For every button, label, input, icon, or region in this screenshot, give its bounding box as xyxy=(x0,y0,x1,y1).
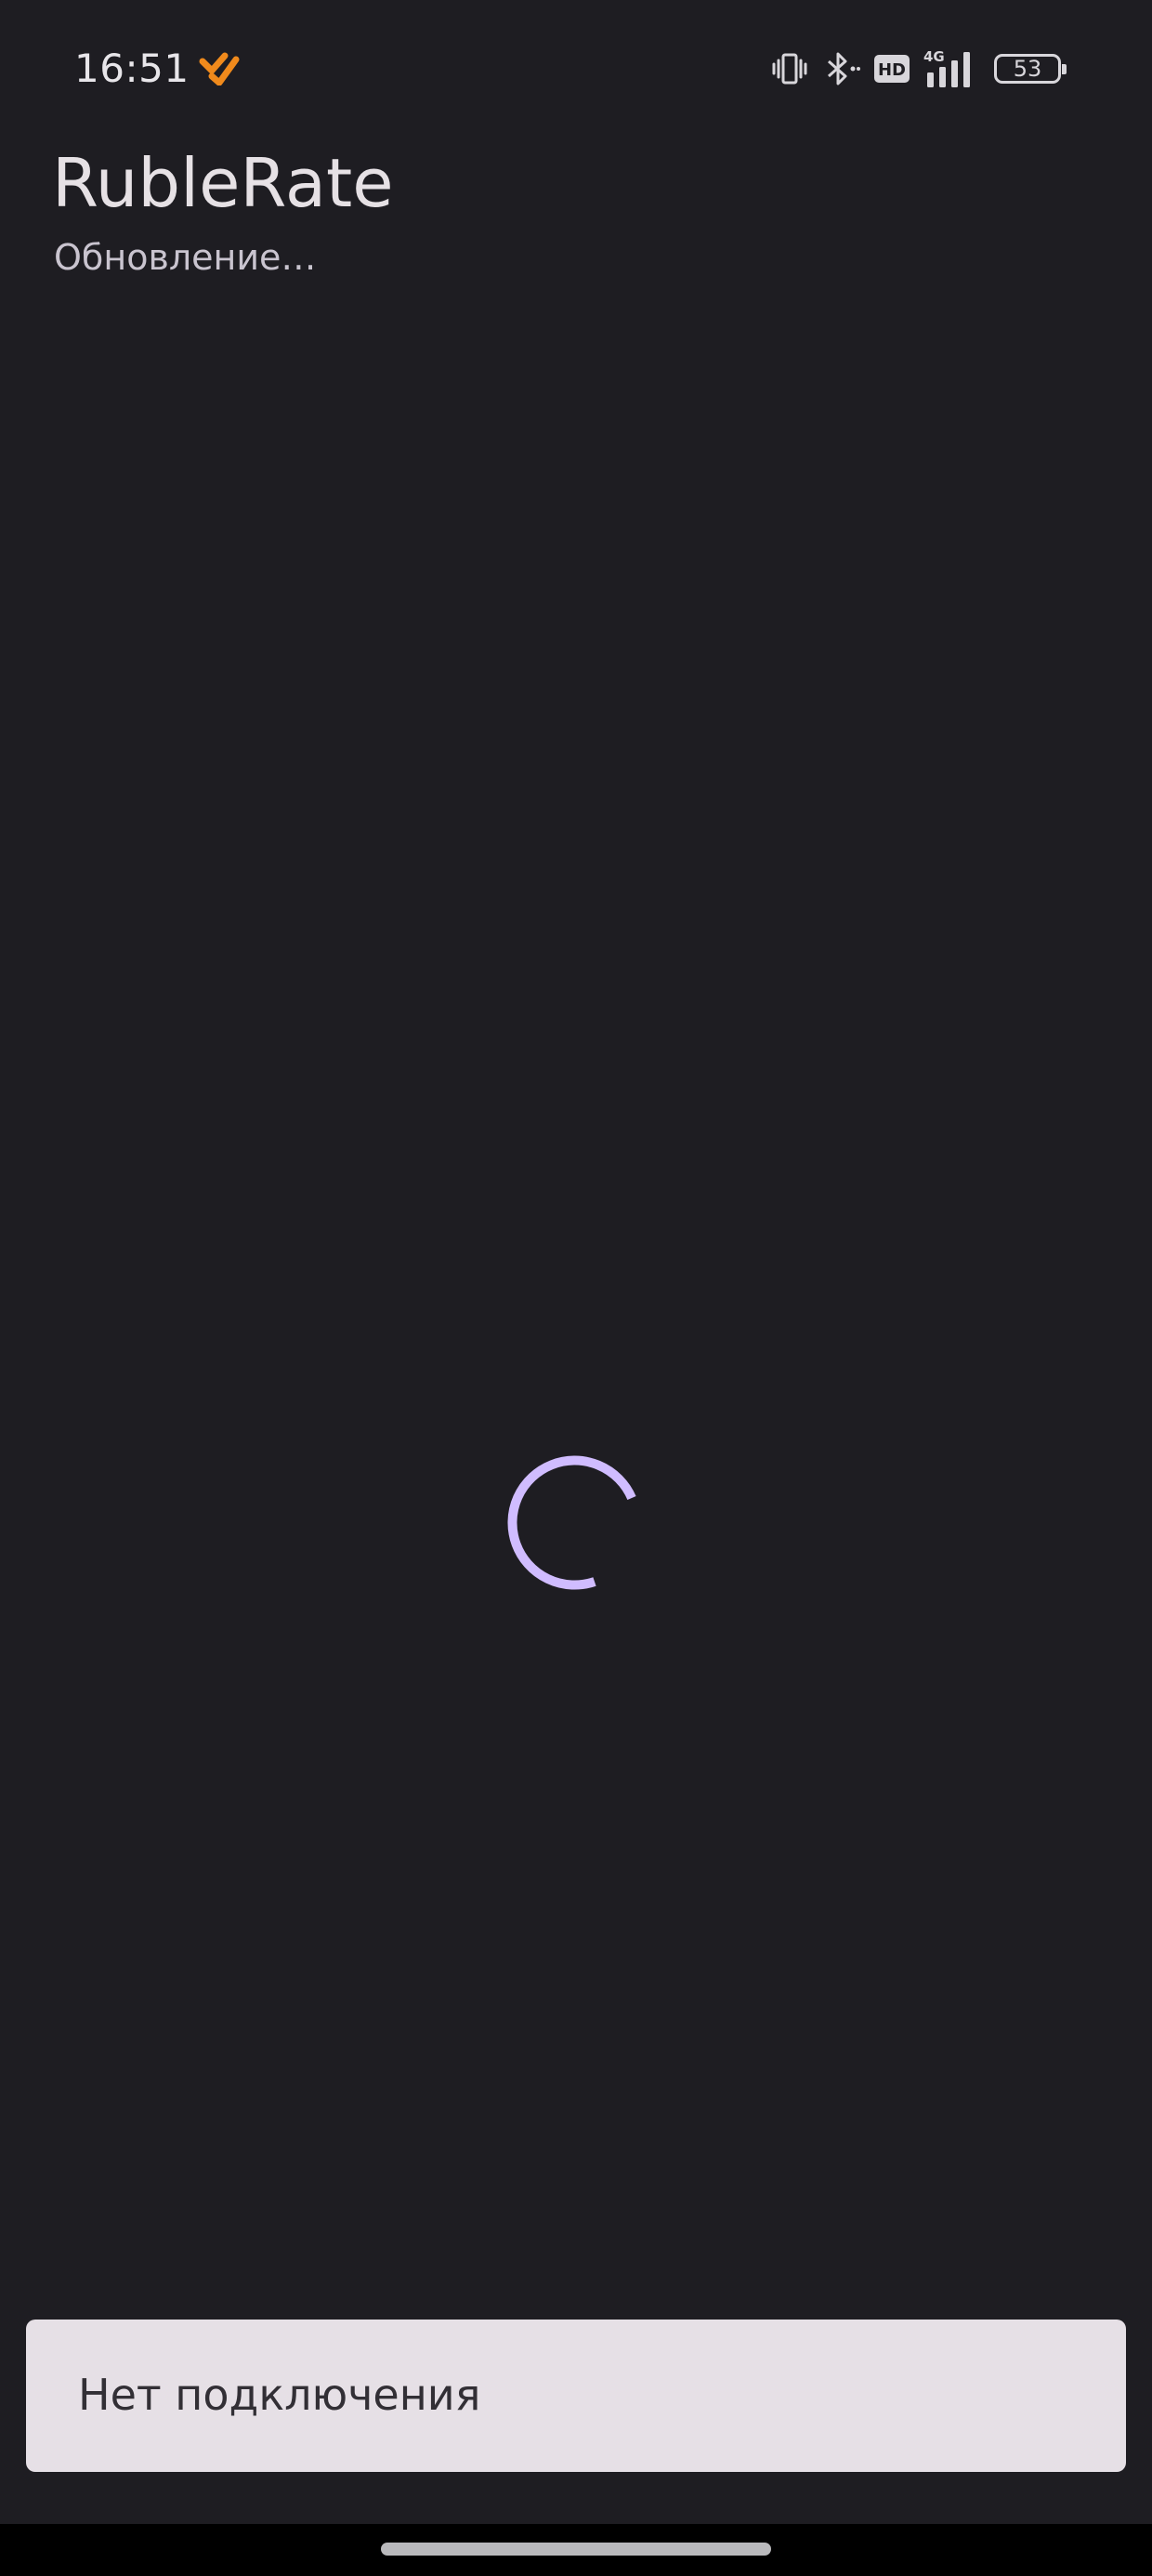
status-time: 16:51 xyxy=(74,46,190,91)
battery-icon: 53 xyxy=(994,54,1067,84)
orange-app-logo-icon xyxy=(199,52,240,85)
battery-level: 53 xyxy=(1013,56,1042,82)
bluetooth-icon xyxy=(828,52,860,85)
vibrate-icon xyxy=(772,53,807,85)
hd-label: HD xyxy=(878,60,906,80)
snackbar: Нет подключения xyxy=(26,2320,1126,2472)
network-type-label: 4G xyxy=(923,48,945,65)
hd-voice-icon: HD xyxy=(874,55,910,83)
snackbar-message: Нет подключения xyxy=(78,2370,481,2421)
status-icons: HD 4G 53 xyxy=(771,46,1067,91)
app-title: RubleRate xyxy=(52,144,394,222)
home-indicator[interactable] xyxy=(381,2543,771,2556)
status-bar: 16:51 HD 4G 53 xyxy=(0,0,1152,139)
signal-4g-icon: 4G xyxy=(923,48,970,87)
app-subtitle: Обновление… xyxy=(54,237,317,278)
navigation-bar xyxy=(0,2524,1152,2576)
loading-spinner-icon xyxy=(507,1455,636,1590)
